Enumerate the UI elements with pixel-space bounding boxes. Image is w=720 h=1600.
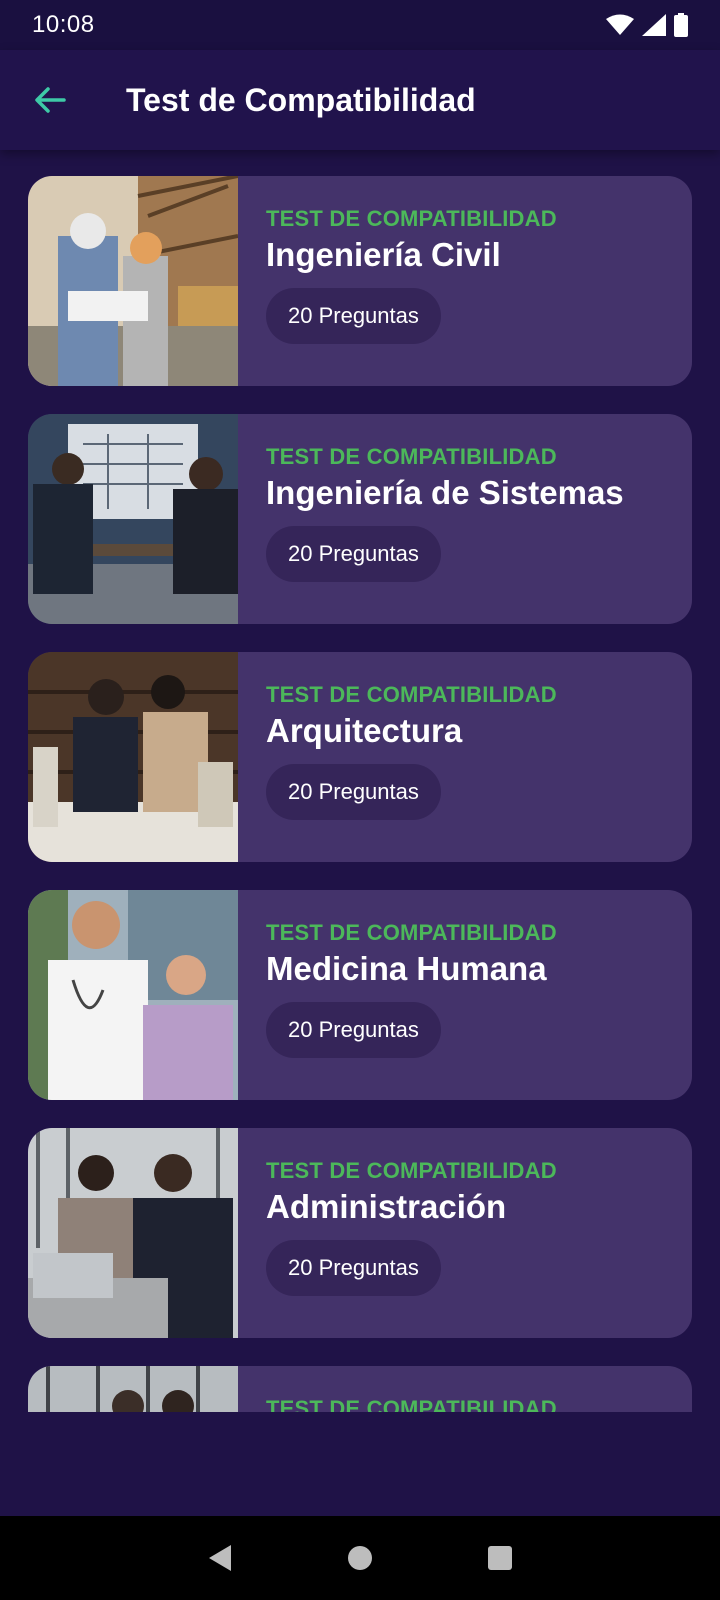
card-kicker: TEST DE COMPATIBILIDAD bbox=[266, 1158, 557, 1183]
app-bar: Test de Compatibilidad bbox=[0, 50, 720, 150]
card-image-arquitectura bbox=[28, 652, 238, 862]
card-title: Ingeniería de Sistemas bbox=[266, 474, 624, 511]
test-card-partial[interactable]: TEST DE COMPATIBILIDAD bbox=[28, 1366, 692, 1412]
questions-count-badge: 20 Preguntas bbox=[266, 1240, 441, 1296]
nav-home-button[interactable] bbox=[335, 1533, 385, 1583]
card-kicker: TEST DE COMPATIBILIDAD bbox=[266, 444, 557, 469]
nav-back-button[interactable] bbox=[195, 1533, 245, 1583]
card-body: TEST DE COMPATIBILIDAD Medicina Humana 2… bbox=[238, 890, 557, 1100]
card-image-sistemas bbox=[28, 414, 238, 624]
battery-icon bbox=[674, 13, 688, 37]
test-card-medicina-humana[interactable]: TEST DE COMPATIBILIDAD Medicina Humana 2… bbox=[28, 890, 692, 1100]
status-bar: 10:08 bbox=[0, 0, 720, 50]
test-card-administracion[interactable]: TEST DE COMPATIBILIDAD Administración 20… bbox=[28, 1128, 692, 1338]
card-title: Arquitectura bbox=[266, 712, 463, 749]
nav-recents-button[interactable] bbox=[475, 1533, 525, 1583]
card-body: TEST DE COMPATIBILIDAD Administración 20… bbox=[238, 1128, 557, 1338]
status-icons bbox=[606, 13, 688, 37]
card-title: Medicina Humana bbox=[266, 950, 547, 987]
back-button[interactable] bbox=[28, 78, 72, 122]
card-body: TEST DE COMPATIBILIDAD Ingeniería Civil … bbox=[238, 176, 557, 386]
card-image-administracion bbox=[28, 1128, 238, 1338]
questions-count-badge: 20 Preguntas bbox=[266, 288, 441, 344]
test-card-ingenieria-civil[interactable]: TEST DE COMPATIBILIDAD Ingeniería Civil … bbox=[28, 176, 692, 386]
card-title: Administración bbox=[266, 1188, 507, 1225]
system-navigation-bar bbox=[0, 1516, 720, 1600]
card-kicker: TEST DE COMPATIBILIDAD bbox=[266, 682, 557, 707]
card-image-partial bbox=[28, 1366, 238, 1412]
questions-count-badge: 20 Preguntas bbox=[266, 1002, 441, 1058]
card-body: TEST DE COMPATIBILIDAD Arquitectura 20 P… bbox=[238, 652, 557, 862]
card-kicker: TEST DE COMPATIBILIDAD bbox=[266, 920, 557, 945]
triangle-back-icon bbox=[209, 1545, 231, 1571]
arrow-left-icon bbox=[35, 87, 66, 113]
card-title: Ingeniería Civil bbox=[266, 236, 501, 273]
circle-home-icon bbox=[348, 1546, 372, 1570]
test-list[interactable]: TEST DE COMPATIBILIDAD Ingeniería Civil … bbox=[0, 150, 720, 1412]
test-card-arquitectura[interactable]: TEST DE COMPATIBILIDAD Arquitectura 20 P… bbox=[28, 652, 692, 862]
card-body: TEST DE COMPATIBILIDAD Ingeniería de Sis… bbox=[238, 414, 624, 624]
signal-icon bbox=[642, 14, 666, 36]
status-time: 10:08 bbox=[32, 11, 95, 38]
page-title: Test de Compatibilidad bbox=[126, 81, 476, 118]
card-kicker: TEST DE COMPATIBILIDAD bbox=[266, 1396, 557, 1412]
square-recents-icon bbox=[488, 1546, 512, 1570]
wifi-icon bbox=[606, 14, 634, 35]
card-kicker: TEST DE COMPATIBILIDAD bbox=[266, 206, 557, 231]
questions-count-badge: 20 Preguntas bbox=[266, 764, 441, 820]
card-image-civil bbox=[28, 176, 238, 386]
test-card-ingenieria-sistemas[interactable]: TEST DE COMPATIBILIDAD Ingeniería de Sis… bbox=[28, 414, 692, 624]
card-image-medicina bbox=[28, 890, 238, 1100]
questions-count-badge: 20 Preguntas bbox=[266, 526, 441, 582]
card-body: TEST DE COMPATIBILIDAD bbox=[238, 1366, 557, 1412]
